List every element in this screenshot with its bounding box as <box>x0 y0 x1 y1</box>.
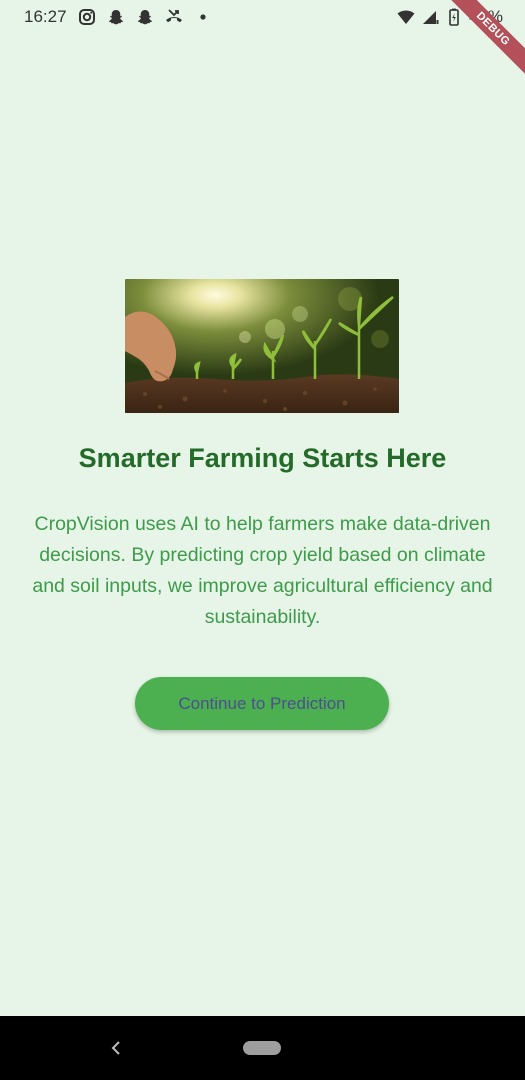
snapchat-icon <box>108 10 123 25</box>
hero-image <box>125 279 399 413</box>
missed-call-icon <box>165 9 182 23</box>
instagram-icon <box>78 9 95 25</box>
debug-banner: DEBUG <box>435 0 525 90</box>
page-title: Smarter Farming Starts Here <box>78 443 447 473</box>
dot-icon <box>199 14 206 20</box>
status-left: 16:27 <box>24 7 212 27</box>
seedlings-image <box>125 279 399 413</box>
back-icon[interactable] <box>108 1038 124 1058</box>
snapchat-icon <box>137 10 152 25</box>
navigation-bar <box>0 1016 525 1080</box>
home-pill-icon[interactable] <box>243 1041 281 1055</box>
wifi-icon <box>397 10 415 24</box>
debug-label: DEBUG <box>444 0 525 78</box>
status-time: 16:27 <box>24 7 67 26</box>
page-description: CropVision uses AI to help farmers make … <box>32 513 493 628</box>
continue-to-prediction-button[interactable]: Continue to Prediction <box>135 677 389 730</box>
